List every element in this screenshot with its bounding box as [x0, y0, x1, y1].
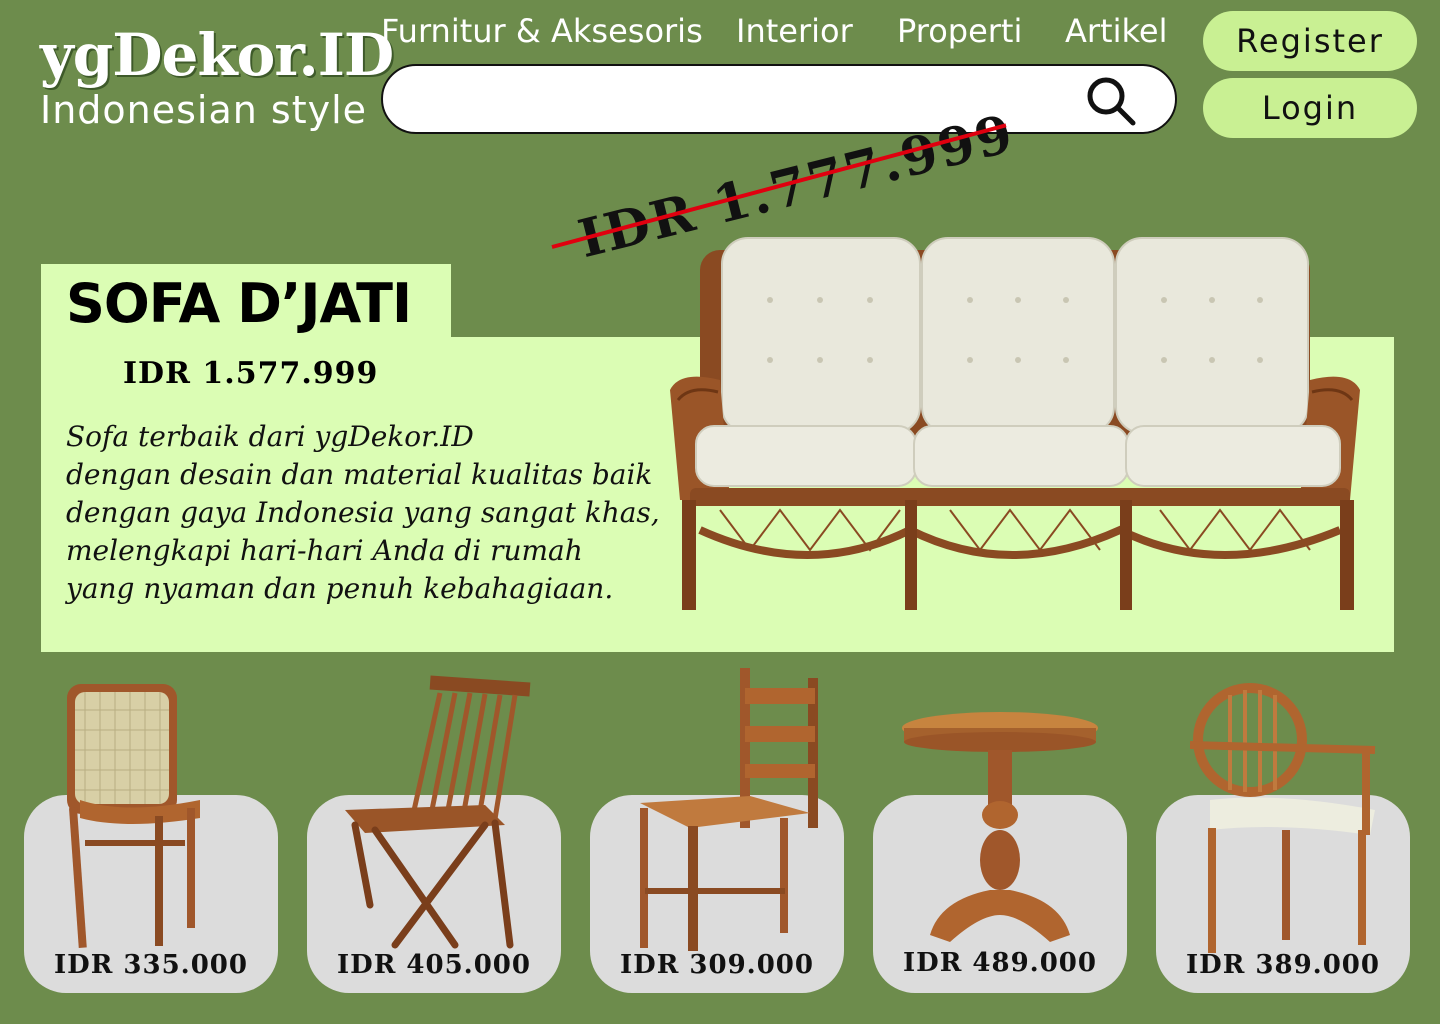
hero-description-line: dengan desain dan material kualitas baik	[66, 458, 653, 491]
product-price: IDR 309.000	[620, 950, 814, 980]
nav-item-properti[interactable]: Properti	[897, 12, 1022, 50]
product-price: IDR 335.000	[54, 950, 248, 980]
nav-item-interior[interactable]: Interior	[736, 12, 853, 50]
search-bar	[381, 64, 1177, 134]
hero-description-line: melengkapi hari-hari Anda di rumah	[66, 534, 583, 567]
ladder-back-chair-image	[640, 668, 818, 951]
register-button[interactable]: Register	[1203, 11, 1417, 71]
hero-title: SOFA D’JATI	[66, 272, 412, 335]
login-button[interactable]: Login	[1203, 78, 1417, 138]
product-price: IDR 389.000	[1186, 950, 1380, 980]
product-price: IDR 489.000	[903, 948, 1097, 978]
cushioned-armchair-image	[1190, 683, 1376, 953]
nav-item-artikel[interactable]: Artikel	[1065, 12, 1167, 50]
hero-description-line: dengan gaya Indonesia yang sangat khas,	[66, 496, 660, 529]
sofa-image[interactable]	[660, 230, 1380, 620]
nav-item-furnitur[interactable]: Furnitur & Aksesoris	[381, 12, 703, 50]
folding-chair-image	[345, 675, 531, 949]
hero-description-line: Sofa terbaik dari ygDekor.ID	[66, 420, 474, 453]
round-pedestal-table-image	[902, 712, 1098, 942]
hero-description: Sofa terbaik dari ygDekor.ID dengan desa…	[66, 418, 666, 608]
brand-name: ygDekor.ID	[40, 21, 394, 89]
brand-logo[interactable]: ygDekor.ID Indonesian style	[40, 21, 394, 132]
hero-description-line: yang nyaman dan penuh kebahagiaan.	[66, 572, 614, 605]
product-price: IDR 405.000	[337, 950, 531, 980]
brand-tagline: Indonesian style	[40, 88, 368, 132]
search-icon[interactable]	[1085, 75, 1137, 127]
hero-price: IDR 1.577.999	[123, 356, 379, 391]
rattan-back-chair-image	[67, 684, 200, 948]
